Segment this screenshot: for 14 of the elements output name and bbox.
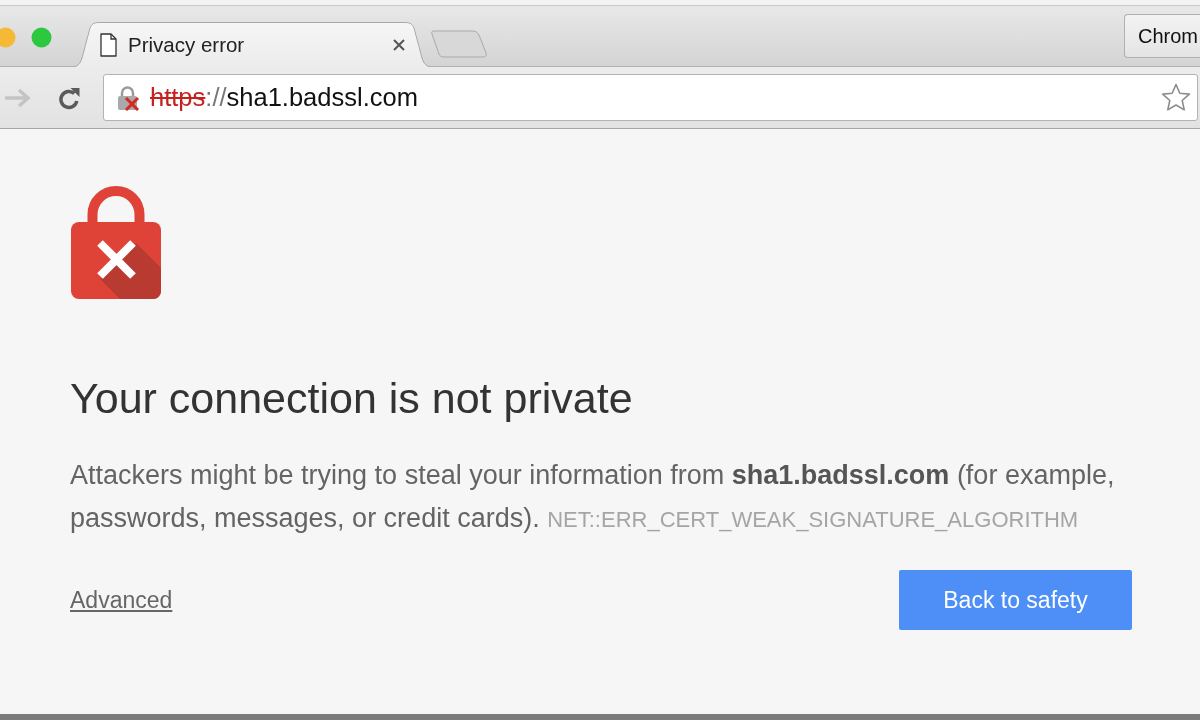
close-icon[interactable]	[392, 37, 406, 52]
document-icon	[100, 32, 117, 57]
lock-x-icon[interactable]	[115, 84, 140, 111]
zoom-button[interactable]	[31, 27, 52, 48]
reload-icon[interactable]	[57, 85, 81, 110]
star-icon[interactable]	[1160, 82, 1192, 113]
profile-button[interactable]: Chrom	[1124, 14, 1200, 58]
error-description: Attackers might be trying to steal your information from sha1.badssl.com (for example, passwords, messages, or credit cards). NET::ERR_CERT_WEAK_SIGNATURE_ALGORITHM	[70, 459, 1116, 535]
advanced-link[interactable]: Advanced	[70, 586, 173, 614]
browser-tab[interactable]: Privacy error	[70, 22, 434, 67]
address-bar[interactable]: https://sha1.badssl.com	[103, 74, 1198, 121]
error-heading: Your connection is not private	[70, 373, 634, 423]
lock-x-icon	[70, 186, 162, 300]
url-text: https://sha1.badssl.com	[150, 83, 418, 112]
